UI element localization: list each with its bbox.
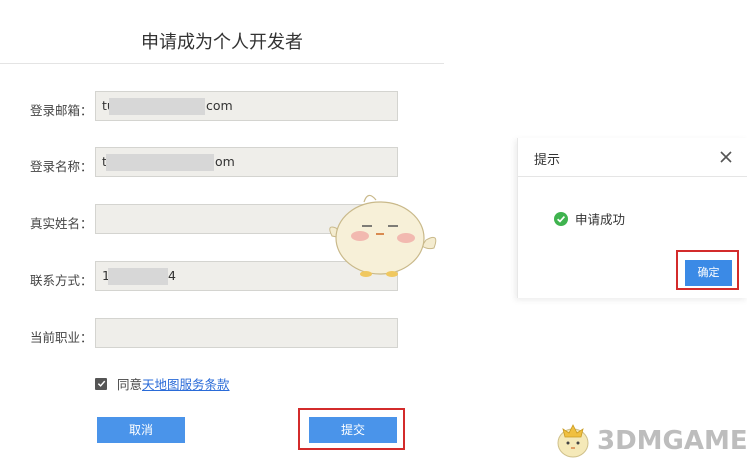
checkmark-icon [97, 380, 105, 387]
occupation-label: 当前职业： [30, 330, 93, 345]
contact-label: 联系方式： [30, 273, 93, 288]
success-message: 申请成功 [575, 212, 626, 227]
login-name-value-end: om [215, 154, 235, 169]
mascot-icon [329, 194, 437, 277]
redacted-region [109, 98, 205, 115]
submit-highlight-box [298, 408, 405, 450]
login-name-field[interactable]: t om [95, 147, 398, 177]
title-divider [0, 63, 444, 64]
email-field[interactable]: tu com [95, 91, 398, 121]
dialog-header: 提示 [518, 138, 747, 177]
contact-value-end: 4 [168, 268, 176, 283]
dialog-title: 提示 [534, 153, 561, 168]
redacted-region [108, 268, 168, 285]
agree-checkbox[interactable] [95, 377, 107, 390]
agree-text: 同意 [117, 377, 143, 392]
success-check-icon [554, 211, 568, 226]
redacted-region [106, 154, 214, 171]
success-message-row: 申请成功 [554, 209, 625, 228]
watermark-mascot-icon [557, 424, 589, 458]
close-icon[interactable] [719, 150, 733, 164]
cancel-button[interactable]: 取消 [97, 417, 185, 443]
real-name-label: 真实姓名： [30, 216, 93, 231]
occupation-field[interactable] [95, 318, 398, 348]
confirm-highlight-box [676, 250, 739, 290]
watermark: 3DMGAME [553, 418, 747, 464]
watermark-text: 3DMGAME [597, 426, 747, 456]
email-label: 登录邮箱： [30, 103, 93, 118]
email-value-end: com [206, 98, 233, 113]
login-name-label: 登录名称： [30, 159, 93, 174]
agreement-row: 同意 天地图服务条款 [95, 374, 230, 393]
page-title: 申请成为个人开发者 [141, 32, 303, 53]
terms-link[interactable]: 天地图服务条款 [142, 374, 230, 393]
